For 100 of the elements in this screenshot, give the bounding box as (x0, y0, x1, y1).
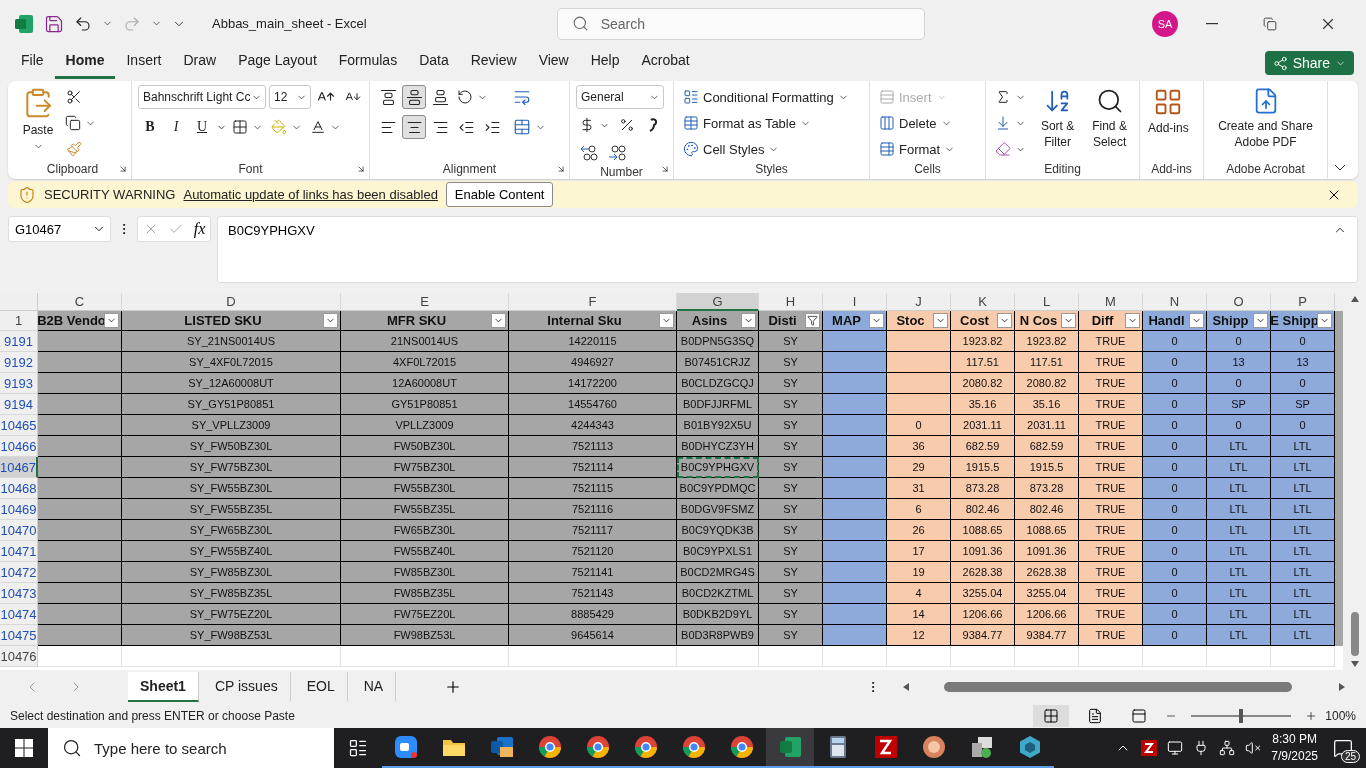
row-number[interactable]: 9194 (0, 394, 38, 416)
table-cell: SY (759, 583, 823, 605)
column-letter[interactable]: H (759, 293, 823, 312)
column-letter[interactable]: K (951, 293, 1015, 312)
table-cell: 0 (1271, 373, 1335, 395)
table-cell: FW50BZ30L (341, 436, 509, 458)
styles-button[interactable]: Conditional Formatting (680, 85, 852, 110)
number-format-dropdown[interactable]: General (576, 85, 664, 110)
row-number[interactable]: 9193 (0, 373, 38, 395)
row-number[interactable]: 10473 (0, 583, 38, 605)
row-number[interactable]: 10476 (0, 646, 38, 668)
find-select-button[interactable]: Find & Select (1086, 85, 1133, 163)
table-cell: FW75EZ20L (341, 604, 509, 626)
row-number[interactable]: 10466 (0, 436, 38, 458)
ribbon-tab[interactable]: Insert (115, 49, 173, 80)
table-cell: SY_FW50BZ30L (122, 436, 341, 458)
ribbon-tab[interactable]: Data (408, 49, 460, 80)
sheet-tab[interactable]: EOL (294, 672, 348, 703)
user-avatar[interactable]: SA (1152, 10, 1178, 37)
ribbon-tab[interactable]: Page Layout (227, 49, 328, 80)
table-cell: B0C9YQDK3B (677, 520, 759, 542)
clock-date[interactable]: 7/9/2025 (1271, 748, 1318, 765)
italic-button[interactable]: I (164, 115, 188, 140)
sheet-tab[interactable]: NA (351, 672, 397, 703)
column-letter[interactable]: J (887, 293, 951, 312)
add-ins-button[interactable]: Add-ins (1146, 85, 1191, 163)
cells-button[interactable]: Format (876, 137, 959, 162)
table-cell: 31 (887, 478, 951, 500)
row-number[interactable]: 10471 (0, 541, 38, 563)
styles-button[interactable]: Cell Styles (680, 137, 783, 162)
create-pdf-button[interactable]: Create and Share Adobe PDF (1210, 85, 1321, 163)
column-letter[interactable]: I (823, 293, 887, 312)
table-cell: 0 (1143, 436, 1207, 458)
sheet-tab[interactable]: Sheet1 (128, 672, 199, 703)
column-letter[interactable]: G (677, 293, 759, 312)
row-number[interactable]: 10474 (0, 604, 38, 626)
column-title: N Cos (1019, 313, 1058, 329)
formula-field[interactable]: B0C9YPHGXV (217, 216, 1358, 284)
table-cell: 0 (887, 415, 951, 437)
column-letter[interactable]: O (1207, 293, 1271, 312)
table-cell: SP (1207, 394, 1271, 416)
taskbar-search-field[interactable]: Type here to search (48, 728, 334, 768)
row-number[interactable]: 10468 (0, 478, 38, 500)
column-letter[interactable]: D (122, 293, 341, 312)
row-number[interactable]: 9192 (0, 352, 38, 374)
column-title: Handl (1148, 313, 1185, 329)
table-cell: SY (759, 541, 823, 563)
table-cell: B0D3R8PWB9 (677, 625, 759, 647)
enable-content-button[interactable]: Enable Content (445, 182, 554, 208)
row-number[interactable]: 10470 (0, 520, 38, 542)
table-cell: 0 (1143, 499, 1207, 521)
table-cell: 1088.65 (1015, 520, 1079, 542)
group-label: Add-ins (1151, 162, 1192, 179)
column-letter[interactable]: N (1143, 293, 1207, 312)
column-letter[interactable]: E (341, 293, 509, 312)
ribbon-tab[interactable]: Formulas (327, 49, 409, 80)
share-button[interactable]: Share (1264, 51, 1354, 76)
table-cell: 802.46 (1015, 499, 1079, 521)
insert-function-label[interactable]: fx (193, 220, 206, 239)
row-number[interactable]: 9191 (0, 331, 38, 353)
table-cell: B0DKB2D9YL (677, 604, 759, 626)
styles-button[interactable]: Format as Table (680, 111, 814, 136)
notifications-button[interactable]: 25 (1328, 733, 1358, 763)
search-field[interactable]: Search (556, 7, 925, 40)
font-size-dropdown[interactable]: 12 (269, 85, 311, 110)
cells-button[interactable]: Delete (876, 111, 955, 136)
column-letter[interactable]: L (1015, 293, 1079, 312)
ribbon-tab[interactable]: Review (459, 49, 528, 80)
ribbon-tab[interactable]: View (527, 49, 580, 80)
column-letter[interactable]: M (1079, 293, 1143, 312)
zoom-level[interactable]: 100% (1325, 709, 1356, 724)
sort-filter-button[interactable]: Sort & Filter (1035, 85, 1081, 163)
sheet-tab[interactable]: CP issues (202, 672, 291, 703)
table-cell: 2628.38 (1015, 562, 1079, 584)
ribbon-tab[interactable]: File (10, 49, 55, 80)
clock-time[interactable]: 8:30 PM (1272, 731, 1317, 748)
table-cell: FW55BZ35L (341, 499, 509, 521)
row-number[interactable]: 10475 (0, 625, 38, 647)
row-number[interactable]: 10467 (0, 457, 38, 479)
column-letter[interactable]: C (38, 293, 122, 312)
row-number[interactable]: 10469 (0, 499, 38, 521)
bold-button[interactable]: B (138, 115, 162, 140)
column-letter[interactable]: P (1271, 293, 1335, 312)
font-name-dropdown[interactable]: Bahnschrift Light Cc (138, 85, 266, 110)
ribbon-tab[interactable]: Help (579, 49, 631, 80)
underline-button[interactable]: U (190, 115, 214, 140)
column-title: E Shipp (1270, 313, 1319, 329)
table-cell: 4244343 (509, 415, 677, 437)
row-number[interactable]: 1 (0, 311, 38, 332)
security-message-link[interactable]: Automatic update of links has been disabled (183, 187, 438, 203)
row-number[interactable]: 10472 (0, 562, 38, 584)
table-cell: B0DHYCZ3YH (677, 436, 759, 458)
window-title: Abbas_main_sheet - Excel (212, 16, 367, 32)
column-letter[interactable]: F (509, 293, 677, 312)
table-cell: SY (759, 436, 823, 458)
ribbon-tab[interactable]: Acrobat (630, 49, 701, 80)
paste-button[interactable]: Paste (20, 85, 56, 163)
name-box[interactable]: G10467 (8, 216, 111, 243)
row-number[interactable]: 10465 (0, 415, 38, 437)
ribbon-tab[interactable]: Draw (172, 49, 228, 80)
